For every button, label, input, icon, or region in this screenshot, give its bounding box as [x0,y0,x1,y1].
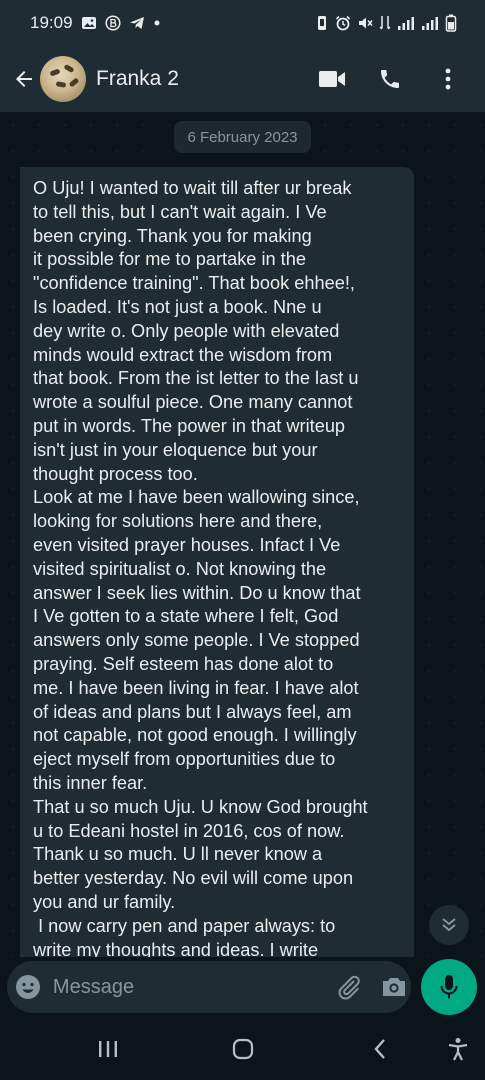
status-bar: 19:09 [0,0,485,46]
attach-button[interactable] [332,967,366,1007]
gallery-icon [81,15,97,31]
phone-icon [381,70,399,88]
recent-apps-button[interactable] [90,1031,126,1067]
recent-apps-icon [99,1041,117,1057]
home-button[interactable] [225,1031,261,1067]
system-navigation-bar [0,1017,485,1080]
voice-message-button[interactable] [421,959,477,1015]
message-input[interactable] [48,967,318,1007]
more-vert-icon [445,68,451,90]
back-button[interactable] [0,46,38,112]
chat-area[interactable]: 6 February 2023 O Uju! I wanted to wait … [0,112,485,957]
incoming-message-bubble[interactable]: O Uju! I wanted to wait till after ur br… [20,167,414,957]
date-divider: 6 February 2023 [174,121,311,153]
double-chevron-down-icon [442,918,456,932]
scroll-to-bottom-button[interactable] [429,905,469,945]
arrow-left-icon [16,71,32,87]
home-icon [232,1038,254,1060]
b-circle-icon [104,15,121,31]
signal-icon [421,16,439,30]
dot-icon [153,19,161,27]
status-time: 19:09 [30,13,73,32]
emoji-icon [15,975,40,999]
vibrate-icon [315,15,329,31]
microphone-icon [440,975,458,999]
emoji-button[interactable] [7,961,49,1013]
composer [0,957,485,1017]
message-text: O Uju! I wanted to wait till after ur br… [33,178,368,957]
chevron-left-icon [374,1039,385,1059]
chat-header: Franka 2 [0,46,485,112]
voice-call-button[interactable] [373,62,407,96]
video-call-icon [319,71,345,87]
telegram-icon [129,15,145,31]
camera-button[interactable] [377,967,411,1007]
signal-icon [397,16,415,30]
camera-icon [383,978,406,996]
avatar[interactable] [40,56,86,102]
video-call-button[interactable] [315,62,349,96]
contact-name[interactable]: Franka 2 [96,67,179,91]
alarm-icon [335,15,351,31]
message-input-container [7,961,411,1013]
wifi-calling-icon [379,15,391,31]
accessibility-icon [448,1038,468,1061]
accessibility-button[interactable] [440,1031,476,1067]
paperclip-icon [338,975,360,1000]
back-nav-button[interactable] [362,1031,398,1067]
more-options-button[interactable] [431,62,465,96]
mute-icon [357,15,373,31]
battery-icon [445,14,457,32]
